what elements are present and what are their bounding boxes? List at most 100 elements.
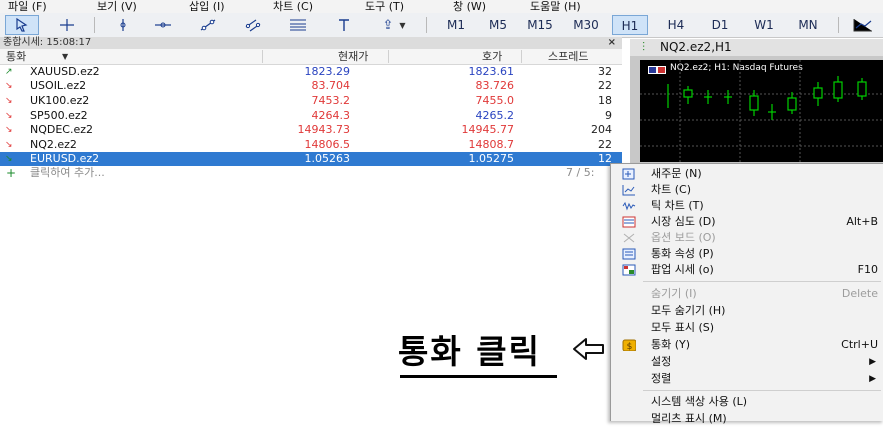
ask-value: 14945.77 [461,123,515,136]
text-tool-button[interactable] [330,15,358,35]
table-row[interactable]: ↘ UK100.ez2 7453.2 7455.0 18 [0,94,622,108]
candlestick-icon: ⫶ [642,40,646,54]
depth-icon [622,216,636,228]
shapes-dropdown-button[interactable]: ⇪ ▼ [370,15,418,35]
spread-value: 18 [598,94,612,107]
fibonacci-button[interactable] [283,15,313,35]
chart-area[interactable]: NQ2.ez2; H1: Nasdaq Futures [640,60,883,162]
column-divider[interactable] [521,50,522,63]
timeframe-mn-button[interactable]: MN [790,15,826,35]
column-header-ask[interactable]: 호가 [482,49,502,64]
menu-chart[interactable]: 차트 (C) [273,0,313,13]
menu-item-label: 설정 [651,355,672,368]
menu-view[interactable]: 보기 (V) [97,0,137,13]
toolbar: ⇪ ▼ M1 M5 M15 M30 H1 H4 D1 W1 MN [0,13,883,38]
timeframe-m1-button[interactable]: M1 [438,15,474,35]
timeframe-m5-button[interactable]: M5 [480,15,516,35]
plus-icon: + [6,166,17,180]
table-row[interactable]: ↘ SP500.ez2 4264.3 4265.2 9 [0,109,622,123]
symbol-name: NQDEC.ez2 [30,123,94,136]
arrow-down-icon: ↘ [5,96,13,106]
symbol-name: SP500.ez2 [30,109,88,122]
menu-item-label: 새주문 (N) [651,167,702,180]
toolbar-separator [94,17,95,33]
menu-item-shortcut: Delete [841,287,878,300]
add-symbol-row[interactable]: + 클릭하여 추가... 7 / 5: [0,166,622,180]
menu-item-depth-of-market[interactable]: 시장 심도 (D) Alt+B [611,214,883,230]
timeframe-w1-button[interactable]: W1 [746,15,782,35]
menu-item-label: 틱 차트 (T) [651,199,704,212]
chart-window-titlebar[interactable]: ⫶ NQ2.ez2,H1 [630,39,883,56]
symbol-count: 7 / 5: [566,166,595,179]
channel-icon [245,19,261,32]
text-icon [339,19,349,31]
line-chart-icon [853,19,872,32]
column-divider[interactable] [262,50,263,63]
menu-item-label: 정렬 [651,372,672,385]
chevron-down-icon: ▼ [399,20,406,30]
crosshair-button[interactable] [52,15,82,35]
table-row[interactable]: ↘ NQ2.ez2 14806.5 14808.7 22 [0,138,622,152]
menu-window[interactable]: 창 (W) [453,0,486,13]
vertical-line-button[interactable] [108,15,138,35]
symbols-icon: $ [622,339,636,351]
spread-value: 32 [598,65,612,78]
menu-item-tick-chart[interactable]: 틱 차트 (T) [611,198,883,214]
menu-item-sort[interactable]: 정렬 ▶ [611,371,883,387]
bid-value: 7453.2 [311,94,351,107]
menu-insert[interactable]: 삽입 (I) [189,0,225,13]
timeframe-d1-button[interactable]: D1 [702,15,738,35]
menu-item-popup-prices[interactable]: 팝업 시세 (o) F10 [611,262,883,278]
ask-value: 1.05275 [468,152,515,165]
new-order-icon [622,168,635,180]
column-header-bid[interactable]: 현재가 [338,49,368,64]
close-icon[interactable]: × [608,37,616,49]
channel-button[interactable] [238,15,268,35]
column-divider[interactable] [388,50,389,63]
spread-value: 9 [605,109,612,122]
menu-item-symbol-properties[interactable]: 통화 속성 (P) [611,246,883,262]
column-header-symbol[interactable]: 통화 [6,49,26,64]
cursor-icon [16,18,28,32]
menu-item-label: 숨기기 (I) [651,287,697,300]
menu-item-symbols[interactable]: $ 통화 (Y) Ctrl+U [611,337,883,353]
submenu-arrow-icon: ▶ [869,357,876,367]
context-menu: 새주문 (N) 차트 (C) 틱 차트 (T) 시장 심도 (D) Alt+B … [610,163,883,425]
timeframe-m15-button[interactable]: M15 [522,15,558,35]
ask-value: 83.726 [475,79,515,92]
arrow-down-icon: ↘ [5,140,13,150]
table-row[interactable]: ↘ NQDEC.ez2 14943.73 14945.77 204 [0,123,622,137]
menu-item-show-milliseconds[interactable]: 멀리츠 표시 (M) [611,411,883,427]
timeframe-h4-button[interactable]: H4 [658,15,694,35]
table-row[interactable]: ↗ XAUUSD.ez2 1823.29 1823.61 32 [0,65,622,79]
menu-tools[interactable]: 도구 (T) [365,0,404,13]
table-row-selected[interactable]: ↘ EURUSD.ez2 1.05263 1.05275 12 [0,152,622,166]
horizontal-line-button[interactable] [148,15,178,35]
timeframe-m30-button[interactable]: M30 [568,15,604,35]
toolbar-separator [838,17,839,33]
symbol-name: NQ2.ez2 [30,138,77,151]
menu-item-chart[interactable]: 차트 (C) [611,182,883,198]
timeframe-h1-button[interactable]: H1 [612,15,648,35]
vertical-line-icon [120,19,126,31]
trendline-button[interactable] [193,15,223,35]
symbol-name: EURUSD.ez2 [30,152,100,165]
menu-bar: 파일 (F) 보기 (V) 삽입 (I) 차트 (C) 도구 (T) 창 (W)… [0,0,883,13]
menu-item-label: 모두 표시 (S) [651,321,715,334]
menu-item-show-all[interactable]: 모두 표시 (S) [611,320,883,336]
menu-file[interactable]: 파일 (F) [8,0,47,13]
column-header-spread[interactable]: 스프레드 [548,49,588,64]
bid-value: 83.704 [311,79,351,92]
bid-value: 1.05263 [304,152,351,165]
menu-item-new-order[interactable]: 새주문 (N) [611,166,883,182]
ask-value: 14808.7 [468,138,515,151]
horizontal-line-icon [155,22,171,28]
line-chart-button[interactable] [848,15,878,35]
table-row[interactable]: ↘ USOIL.ez2 83.704 83.726 22 [0,79,622,93]
cursor-tool-button[interactable] [5,15,39,35]
menu-item-system-colors[interactable]: 시스템 색상 사용 (L) [611,394,883,410]
menu-item-label: 시장 심도 (D) [651,215,716,228]
menu-item-settings[interactable]: 설정 ▶ [611,354,883,370]
menu-item-hide-all[interactable]: 모두 숨기기 (H) [611,303,883,319]
menu-help[interactable]: 도움말 (H) [530,0,581,13]
